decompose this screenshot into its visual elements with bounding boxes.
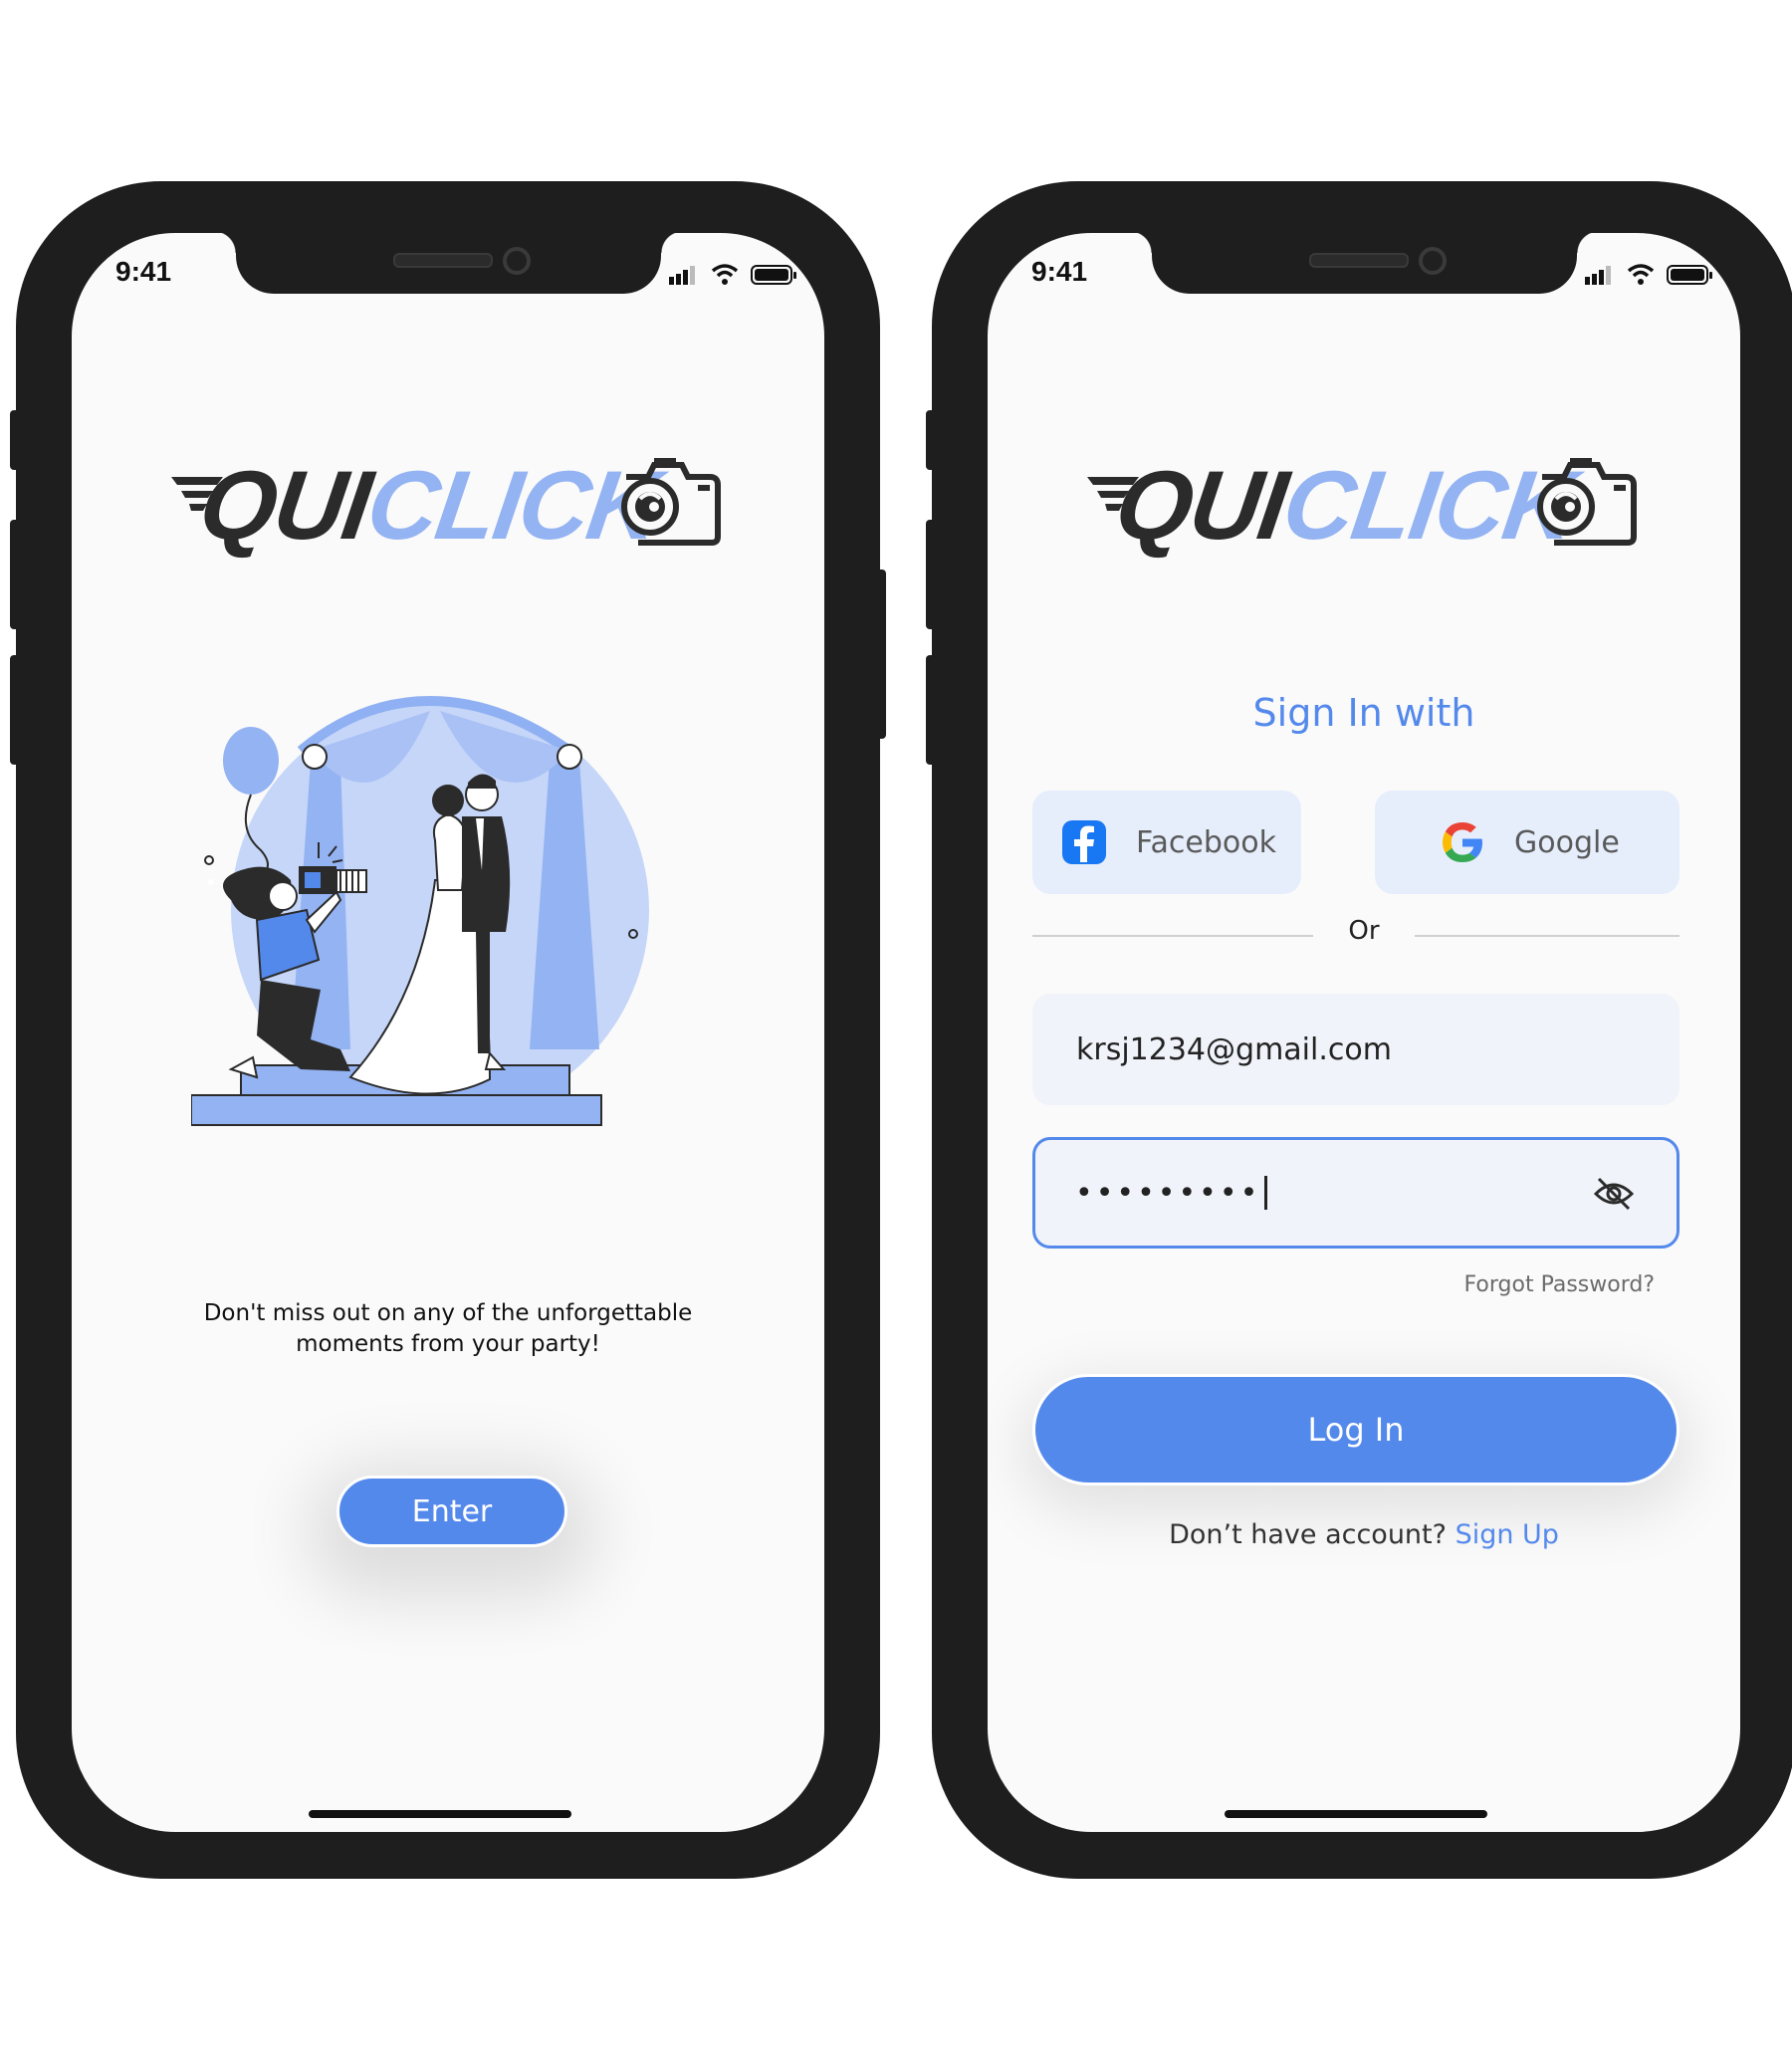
password-field[interactable]: ••••••••• <box>1032 1137 1680 1249</box>
status-icons <box>669 264 796 285</box>
facebook-login-button[interactable]: Facebook <box>1032 791 1301 894</box>
phone-frame-login: 9:41 QUICLICK Sign In with Facebook Goog… <box>926 181 1792 1879</box>
tagline-line-1: Don't miss out on any of the unforgettab… <box>203 1300 693 1326</box>
speaker-grille <box>393 253 493 268</box>
volume-up-button <box>10 520 20 629</box>
mute-switch <box>10 410 20 470</box>
logo-wordmark: QUICLICK <box>1109 450 1581 560</box>
wifi-icon <box>711 264 739 285</box>
email-field[interactable]: krsj1234@gmail.com <box>1032 994 1680 1105</box>
wedding-photographer-illustration <box>191 695 649 1126</box>
divider-left <box>1032 935 1313 937</box>
volume-up-button <box>926 520 936 629</box>
camera-icon <box>1537 458 1637 546</box>
camera-icon <box>621 458 721 546</box>
notch <box>1130 233 1599 294</box>
email-value: krsj1234@gmail.com <box>1076 1031 1392 1067</box>
sign-up-row: Don’t have account? Sign Up <box>988 1519 1740 1550</box>
facebook-label: Facebook <box>1136 824 1276 860</box>
divider-right <box>1415 935 1680 937</box>
status-time: 9:41 <box>115 256 172 287</box>
phone-frame-welcome: 9:41 QUICLICK Don't miss out on any of t… <box>10 181 886 1879</box>
divider-or: Or <box>1348 916 1380 946</box>
welcome-tagline: Don't miss out on any of the unforgettab… <box>131 1298 765 1360</box>
welcome-screen: 9:41 QUICLICK Don't miss out on any of t… <box>72 233 824 1832</box>
home-indicator[interactable] <box>309 1810 571 1818</box>
sign-up-link[interactable]: Sign Up <box>1456 1519 1559 1550</box>
power-button <box>876 570 886 739</box>
no-account-text: Don’t have account? <box>1169 1519 1447 1550</box>
speaker-grille <box>1309 253 1409 268</box>
enter-button[interactable]: Enter <box>336 1476 567 1547</box>
volume-down-button <box>926 655 936 765</box>
sign-in-title: Sign In with <box>1252 691 1475 735</box>
mute-switch <box>926 410 936 470</box>
quiclick-logo: QUICLICK <box>171 450 729 567</box>
logo-wordmark: QUICLICK <box>193 450 665 560</box>
google-icon <box>1443 822 1482 862</box>
signal-bars-icon <box>1585 266 1611 285</box>
password-value: ••••••••• <box>1075 1175 1261 1211</box>
log-in-button[interactable]: Log In <box>1032 1374 1680 1485</box>
volume-down-button <box>10 655 20 765</box>
google-login-button[interactable]: Google <box>1375 791 1680 894</box>
battery-icon <box>751 265 796 285</box>
facebook-icon <box>1062 820 1106 864</box>
battery-icon <box>1667 265 1712 285</box>
notch <box>214 233 683 294</box>
forgot-password-link[interactable]: Forgot Password? <box>1464 1272 1655 1297</box>
signal-bars-icon <box>669 266 695 285</box>
status-time: 9:41 <box>1031 256 1088 287</box>
text-caret <box>1264 1176 1268 1210</box>
front-camera <box>503 247 531 275</box>
google-label: Google <box>1514 824 1620 860</box>
quiclick-logo: QUICLICK <box>1087 450 1645 567</box>
login-screen: 9:41 QUICLICK Sign In with Facebook Goog… <box>988 233 1740 1832</box>
tagline-line-2: moments from your party! <box>296 1331 600 1357</box>
status-icons <box>1585 264 1712 285</box>
front-camera <box>1419 247 1447 275</box>
eye-off-icon[interactable] <box>1593 1176 1635 1212</box>
wifi-icon <box>1627 264 1655 285</box>
home-indicator[interactable] <box>1225 1810 1487 1818</box>
